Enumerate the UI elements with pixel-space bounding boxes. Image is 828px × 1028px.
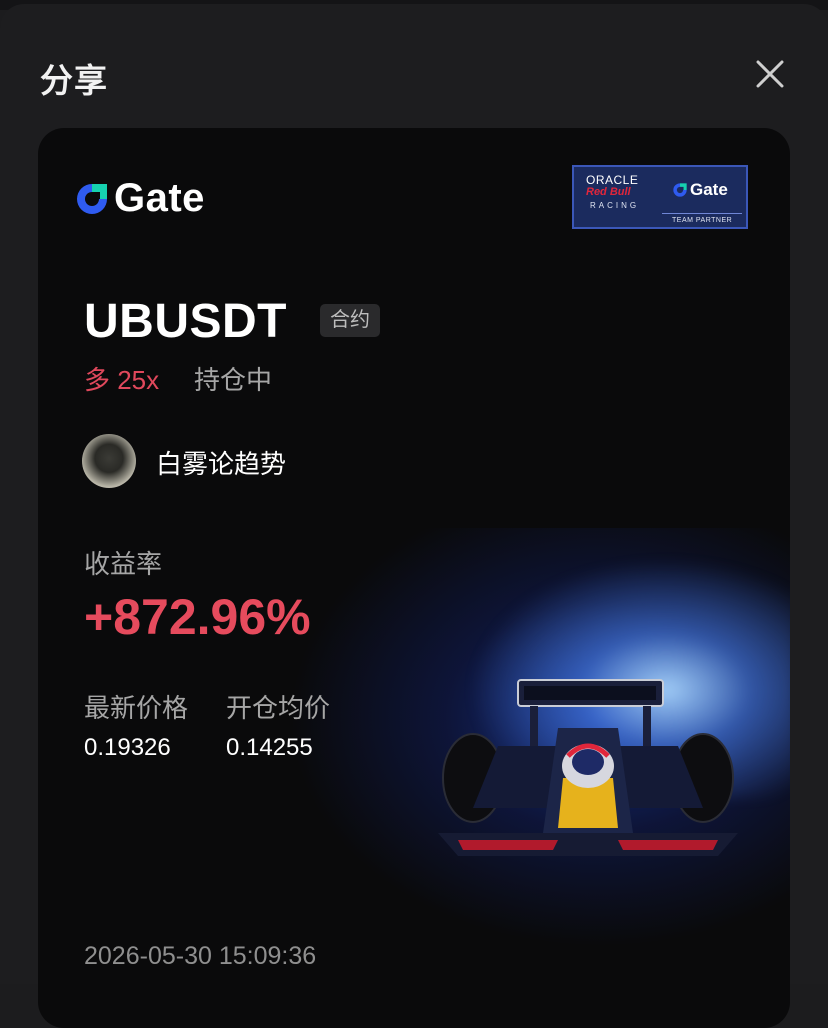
gate-logo: Gate — [74, 176, 205, 221]
trading-pair-symbol: UBUSDT — [84, 295, 287, 348]
logo-text: Gate — [114, 176, 205, 220]
position-status: 持仓中 — [194, 365, 273, 395]
close-icon — [756, 60, 784, 88]
partner-gate-icon — [673, 183, 687, 197]
open-price-value: 0.14255 — [226, 734, 313, 761]
timestamp: 2026-05-30 15:09:36 — [84, 942, 317, 970]
latest-price-label: 最新价格 — [84, 693, 189, 723]
open-price-label: 开仓均价 — [226, 693, 331, 723]
team-partner-badge: ORACLE Red Bull RACING Gate TEAM PARTNER — [572, 165, 748, 229]
partner-redbull-text: Red Bull — [586, 186, 631, 198]
share-card: Gate ORACLE Red Bull RACING Gate TEAM PA… — [38, 128, 790, 1028]
partner-gate-logo: Gate — [672, 180, 728, 200]
partner-divider — [662, 213, 742, 214]
partner-oracle-text: ORACLE — [586, 173, 639, 187]
partner-sub-text: TEAM PARTNER — [672, 217, 733, 224]
share-sheet: 分享 Gate ORACLE Red Bull RACING Gate TEAM… — [0, 4, 828, 1028]
latest-price-value: 0.19326 — [84, 734, 171, 761]
close-button[interactable] — [752, 56, 788, 92]
roi-value: +872.96% — [84, 589, 311, 645]
position-side-leverage: 多 25x — [84, 365, 160, 395]
partner-gate-text: Gate — [690, 180, 728, 199]
race-car-image — [438, 679, 738, 856]
roi-label: 收益率 — [84, 549, 163, 579]
partner-racing-text: RACING — [590, 201, 640, 210]
avatar — [82, 434, 136, 488]
gate-logo-icon — [77, 183, 107, 214]
username: 白雾论趋势 — [156, 449, 287, 479]
contract-tag: 合约 — [320, 304, 380, 337]
sheet-title: 分享 — [40, 62, 108, 99]
